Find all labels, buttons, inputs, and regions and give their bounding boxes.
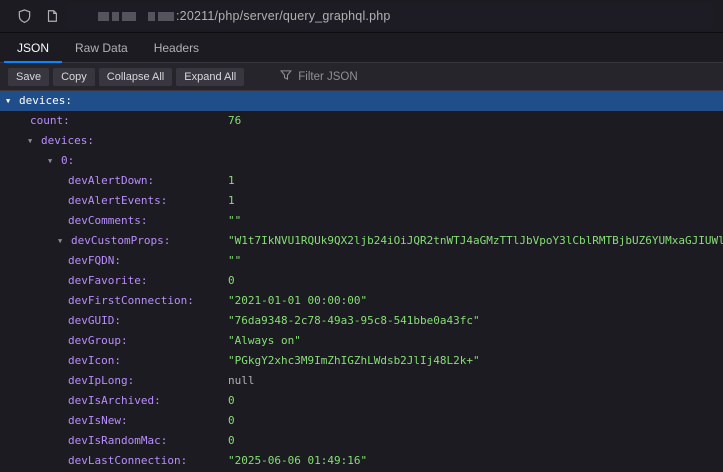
json-row-devIsNew[interactable]: devIsNew 0 <box>0 411 723 431</box>
collapse-arrow-icon[interactable]: ▼ <box>6 91 19 111</box>
json-row-devGUID[interactable]: devGUID "76da9348-2c78-49a3-95c8-541bbe0… <box>0 311 723 331</box>
tab-headers[interactable]: Headers <box>141 33 212 62</box>
json-value: "" <box>228 211 241 231</box>
json-value: "2021-01-01 00:00:00" <box>228 291 367 311</box>
json-row-devLastConnection[interactable]: devLastConnection "2025-06-06 01:49:16" <box>0 451 723 471</box>
json-key: devIsRandomMac <box>68 434 167 447</box>
json-key: devIsArchived <box>68 394 161 407</box>
json-row-devIsArchived[interactable]: devIsArchived 0 <box>0 391 723 411</box>
json-value: 76 <box>228 111 241 131</box>
json-key: devAlertEvents <box>68 194 167 207</box>
save-button[interactable]: Save <box>8 68 49 86</box>
json-key: devAlertDown <box>68 174 154 187</box>
tab-json-label: JSON <box>17 41 49 55</box>
json-row-devIcon[interactable]: devIcon "PGkgY2xhc3M9ImZhIGZhLWdsb2JlIj4… <box>0 351 723 371</box>
json-key: devCustomProps <box>71 234 170 247</box>
json-key: devIpLong <box>68 374 134 387</box>
expand-all-button[interactable]: Expand All <box>176 68 244 86</box>
redacted-host-blocks <box>98 12 174 21</box>
json-key: devGroup <box>68 334 128 347</box>
tab-raw-data-label: Raw Data <box>75 41 128 55</box>
collapse-arrow-icon[interactable]: ▼ <box>28 131 41 151</box>
json-row-devAlertEvents[interactable]: devAlertEvents 1 <box>0 191 723 211</box>
json-key: 0 <box>61 154 74 167</box>
json-row-devices-list[interactable]: ▼devices <box>0 131 723 151</box>
json-key: devices <box>19 94 72 107</box>
json-row-devComments[interactable]: devComments "" <box>0 211 723 231</box>
url-text: :20211/php/server/query_graphql.php <box>176 9 391 23</box>
json-key: devFQDN <box>68 254 121 267</box>
json-key: devFirstConnection <box>68 294 194 307</box>
collapse-arrow-icon[interactable]: ▼ <box>48 151 61 171</box>
json-value: null <box>228 371 255 391</box>
json-row-devFQDN[interactable]: devFQDN "" <box>0 251 723 271</box>
json-key: devFavorite <box>68 274 147 287</box>
json-value: 0 <box>228 411 235 431</box>
json-row-devFavorite[interactable]: devFavorite 0 <box>0 271 723 291</box>
json-key: devices <box>41 134 94 147</box>
json-value: "PGkgY2xhc3M9ImZhIGZhLWdsb2JlIj48L2k+" <box>228 351 480 371</box>
json-value: 0 <box>228 431 235 451</box>
funnel-icon <box>280 68 292 86</box>
page-icon[interactable] <box>38 4 66 28</box>
json-viewer-tabs: JSON Raw Data Headers <box>0 33 723 63</box>
json-row-devIsRandomMac[interactable]: devIsRandomMac 0 <box>0 431 723 451</box>
tab-headers-label: Headers <box>154 41 199 55</box>
json-value: 1 <box>228 171 235 191</box>
json-key: devIsNew <box>68 414 128 427</box>
json-key: devIcon <box>68 354 121 367</box>
json-row-devFirstConnection[interactable]: devFirstConnection "2021-01-01 00:00:00" <box>0 291 723 311</box>
json-key: devComments <box>68 214 147 227</box>
filter-box <box>280 68 448 86</box>
json-row-devAlertDown[interactable]: devAlertDown 1 <box>0 171 723 191</box>
json-value: 0 <box>228 271 235 291</box>
collapse-arrow-icon[interactable]: ▼ <box>58 231 71 251</box>
json-key: devLastConnection <box>68 454 187 467</box>
copy-button[interactable]: Copy <box>53 68 95 86</box>
json-row-devices-root[interactable]: ▼devices <box>0 91 723 111</box>
json-value: "" <box>228 251 241 271</box>
json-tree: ▼devices count 76 ▼devices ▼0 devAlertDo… <box>0 91 723 471</box>
json-value: "76da9348-2c78-49a3-95c8-541bbe0a43fc" <box>228 311 480 331</box>
json-row-devCustomProps[interactable]: ▼devCustomProps "W1t7IkNVU1RQUk9QX2ljb24… <box>0 231 723 251</box>
json-value: "Always on" <box>228 331 301 351</box>
browser-toolbar: :20211/php/server/query_graphql.php <box>0 0 723 33</box>
tab-json[interactable]: JSON <box>4 33 62 62</box>
json-key: devGUID <box>68 314 121 327</box>
filter-json-input[interactable] <box>298 71 448 83</box>
shield-icon[interactable] <box>10 4 38 28</box>
collapse-all-button[interactable]: Collapse All <box>99 68 172 86</box>
json-row-count[interactable]: count 76 <box>0 111 723 131</box>
json-row-devGroup[interactable]: devGroup "Always on" <box>0 331 723 351</box>
json-row-devIpLong[interactable]: devIpLong null <box>0 371 723 391</box>
tab-raw-data[interactable]: Raw Data <box>62 33 141 62</box>
json-row-0[interactable]: ▼0 <box>0 151 723 171</box>
address-bar[interactable]: :20211/php/server/query_graphql.php <box>66 3 713 29</box>
json-value: 1 <box>228 191 235 211</box>
json-value: "2025-06-06 01:49:16" <box>228 451 367 471</box>
json-key: count <box>30 114 70 127</box>
json-toolbar: Save Copy Collapse All Expand All <box>0 63 723 91</box>
json-value: "W1t7IkNVU1RQUk9QX2ljb24iOiJQR2tnWTJ4aGM… <box>228 231 723 251</box>
json-value: 0 <box>228 391 235 411</box>
